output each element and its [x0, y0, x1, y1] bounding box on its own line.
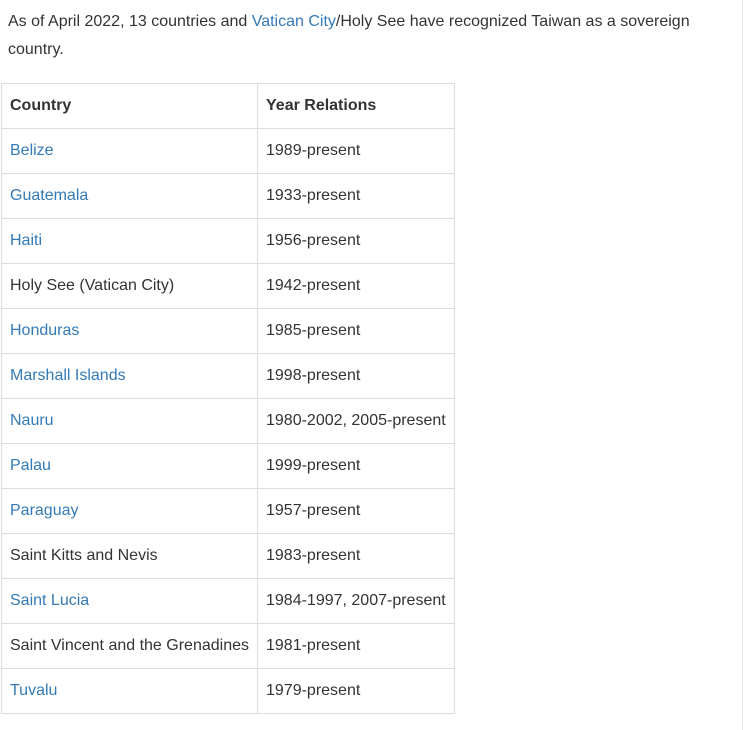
country-link[interactable]: Palau	[10, 457, 51, 474]
country-cell: Paraguay	[1, 488, 258, 534]
country-cell: Nauru	[1, 398, 258, 444]
country-name: Saint Kitts and Nevis	[10, 547, 158, 564]
intro-text-start: As of April 2022, 13 countries and	[8, 13, 252, 30]
intro-paragraph: As of April 2022, 13 countries and Vatic…	[8, 8, 708, 64]
country-cell: Guatemala	[1, 173, 258, 219]
table-row: Honduras 1985-present	[1, 308, 455, 354]
table-row: Nauru 1980-2002, 2005-present	[1, 398, 455, 444]
country-link[interactable]: Haiti	[10, 232, 42, 249]
country-cell: Honduras	[1, 308, 258, 354]
scrollbar-edge	[742, 0, 743, 730]
year-relations-cell: 1998-present	[257, 353, 455, 399]
year-relations-cell: 1956-present	[257, 218, 455, 264]
table-header-row: Country Year Relations	[1, 83, 455, 129]
country-cell: Saint Kitts and Nevis	[1, 533, 258, 579]
country-cell: Palau	[1, 443, 258, 489]
country-cell: Saint Vincent and the Grenadines	[1, 623, 258, 669]
country-cell: Saint Lucia	[1, 578, 258, 624]
vatican-city-link[interactable]: Vatican City	[252, 13, 336, 30]
country-link[interactable]: Tuvalu	[10, 682, 57, 699]
recognition-table: Country Year Relations Belize 1989-presen…	[1, 83, 455, 714]
table-row: Belize 1989-present	[1, 128, 455, 174]
table-row: Guatemala 1933-present	[1, 173, 455, 219]
year-relations-cell: 1999-present	[257, 443, 455, 489]
table-row: Saint Vincent and the Grenadines 1981-pre…	[1, 623, 455, 669]
table-row: Marshall Islands 1998-present	[1, 353, 455, 399]
table-row: Saint Kitts and Nevis 1983-present	[1, 533, 455, 579]
country-link[interactable]: Nauru	[10, 412, 54, 429]
country-cell: Belize	[1, 128, 258, 174]
table-row: Palau 1999-present	[1, 443, 455, 489]
country-cell: Haiti	[1, 218, 258, 264]
table-row: Tuvalu 1979-present	[1, 668, 455, 714]
country-link[interactable]: Guatemala	[10, 187, 88, 204]
year-relations-cell: 1984-1997, 2007-present	[257, 578, 455, 624]
year-relations-cell: 1942-present	[257, 263, 455, 309]
article-content: As of April 2022, 13 countries and Vatic…	[8, 0, 732, 64]
year-column-header: Year Relations	[257, 83, 455, 129]
table-row: Haiti 1956-present	[1, 218, 455, 264]
country-link[interactable]: Honduras	[10, 322, 79, 339]
year-relations-cell: 1933-present	[257, 173, 455, 219]
country-cell: Holy See (Vatican City)	[1, 263, 258, 309]
country-cell: Marshall Islands	[1, 353, 258, 399]
country-link[interactable]: Paraguay	[10, 502, 79, 519]
table-body: Belize 1989-present Guatemala 1933-present H…	[1, 128, 455, 714]
year-relations-cell: 1981-present	[257, 623, 455, 669]
table-row: Paraguay 1957-present	[1, 488, 455, 534]
country-link[interactable]: Saint Lucia	[10, 592, 89, 609]
year-relations-cell: 1957-present	[257, 488, 455, 534]
year-relations-cell: 1985-present	[257, 308, 455, 354]
country-name: Saint Vincent and the Grenadines	[10, 637, 249, 654]
year-relations-cell: 1983-present	[257, 533, 455, 579]
year-relations-cell: 1980-2002, 2005-present	[257, 398, 455, 444]
country-name: Holy See (Vatican City)	[10, 277, 175, 294]
country-cell: Tuvalu	[1, 668, 258, 714]
country-link[interactable]: Belize	[10, 142, 54, 159]
table-row: Saint Lucia 1984-1997, 2007-present	[1, 578, 455, 624]
country-link[interactable]: Marshall Islands	[10, 367, 126, 384]
country-column-header: Country	[1, 83, 258, 129]
year-relations-cell: 1979-present	[257, 668, 455, 714]
table-row: Holy See (Vatican City) 1942-present	[1, 263, 455, 309]
year-relations-cell: 1989-present	[257, 128, 455, 174]
